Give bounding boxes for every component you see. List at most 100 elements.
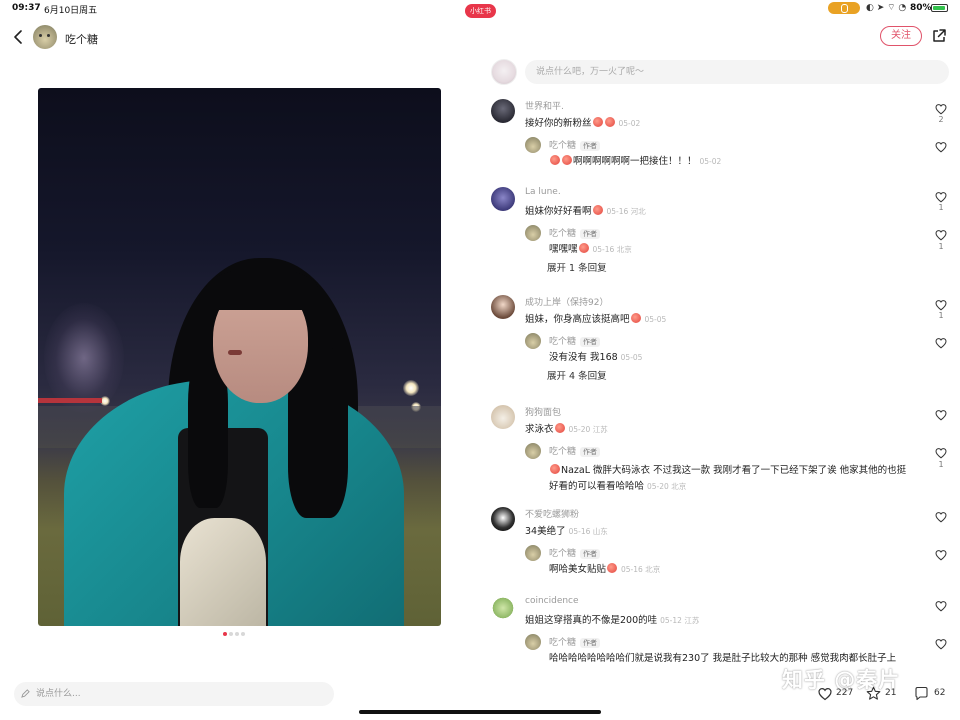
heart-icon[interactable] — [935, 296, 947, 311]
comment-meta: 05-16 河北 — [606, 207, 646, 216]
star-icon[interactable] — [866, 686, 881, 701]
heart-icon[interactable] — [935, 508, 947, 523]
like-count: 1 — [938, 311, 944, 320]
bottom-comment-input[interactable]: 说点什么... — [14, 682, 334, 706]
reply-author-name[interactable]: 吃个糖 作者 — [549, 444, 601, 457]
heart-icon[interactable] — [935, 100, 947, 115]
reply-author-name-text: 吃个糖 — [549, 229, 577, 239]
reply-author-name[interactable]: 吃个糖 作者 — [549, 635, 601, 648]
pager-dot[interactable] — [223, 632, 227, 636]
expand-replies-link[interactable]: 展开 4 条回复 — [547, 368, 607, 382]
comment-input[interactable]: 说点什么吧，万一火了呢～ — [525, 60, 949, 84]
share-icon[interactable] — [931, 28, 947, 44]
commenter-avatar[interactable] — [491, 99, 515, 123]
follow-button[interactable]: 关注 — [880, 26, 922, 46]
heart-icon[interactable] — [935, 138, 947, 153]
author-tag-badge: 作者 — [580, 548, 601, 559]
author-tag-badge: 作者 — [580, 637, 601, 648]
author-tag-badge: 作者 — [580, 336, 601, 347]
home-indicator[interactable] — [359, 710, 601, 714]
expand-replies-link[interactable]: 展开 1 条回复 — [547, 260, 607, 274]
comment-meta: 05-12 江苏 — [660, 616, 700, 625]
reply-text: 好看的可以看看哈哈哈 05-20 北京 — [549, 478, 686, 492]
reply-author-name[interactable]: 吃个糖 作者 — [549, 226, 601, 239]
comment-text-content: 姐姐这穿搭真的不像是200的哇 — [525, 615, 658, 626]
comment-text-content: 姐妹，你身高应该挺高吧 — [525, 314, 630, 325]
pager-dot[interactable] — [235, 632, 239, 636]
heart-icon[interactable] — [935, 635, 947, 650]
heart-icon[interactable] — [935, 334, 947, 349]
comment-count: 62 — [934, 688, 946, 698]
author-reply-avatar[interactable] — [525, 137, 541, 153]
reply-author-name[interactable]: 吃个糖 作者 — [549, 334, 601, 347]
heart-icon[interactable] — [935, 226, 947, 241]
reply-author-name[interactable]: 吃个糖 作者 — [549, 138, 601, 151]
comment-meta: 05-05 — [644, 315, 667, 324]
reply-author-name[interactable]: 吃个糖 作者 — [549, 546, 601, 559]
photo-pager — [223, 632, 247, 636]
like-count: 227 — [836, 688, 854, 698]
reply-text-content: 哈哈哈哈哈哈哈哈们就是说我有230了 我是肚子比较大的那种 感觉我肉都长肚子上 — [549, 653, 897, 664]
commenter-name[interactable]: 世界和平. — [525, 99, 564, 112]
commenter-name[interactable]: La lune. — [525, 187, 561, 197]
commenter-avatar[interactable] — [491, 295, 515, 319]
author-tag-badge: 作者 — [580, 228, 601, 239]
photo-shirt-print — [180, 518, 266, 626]
heart-icon[interactable] — [935, 597, 947, 612]
commenter-name[interactable]: coincidence — [525, 596, 579, 606]
author-avatar[interactable] — [33, 25, 57, 49]
emoji-icon — [578, 243, 589, 253]
reply-text-content: 啊啊啊啊啊啊一把接住！！！ — [573, 156, 697, 167]
comment-list[interactable]: 世界和平. 接好你的新粉丝 05-02 2 吃个糖 作者 啊啊啊啊啊啊一把接住！！！ 05-0… — [488, 94, 952, 668]
reply-text: NazaL 微胖大码泳衣 不过我这一款 我刚才看了一下已经下架了诶 他家其他的也… — [549, 462, 906, 476]
comment-meta: 05-16 山东 — [568, 527, 608, 536]
emoji-icon — [562, 155, 572, 165]
reply-text: 哈哈哈哈哈哈哈哈们就是说我有230了 我是肚子比较大的那种 感觉我肉都长肚子上 — [549, 650, 896, 664]
comment-meta: 05-16 北京 — [592, 245, 632, 254]
commenter-name[interactable]: 成功上岸（保持92） — [525, 295, 608, 308]
reply-author-name-text: 吃个糖 — [549, 141, 577, 151]
comment-text-content: 接好你的新粉丝 — [525, 118, 592, 129]
author-reply-avatar[interactable] — [525, 634, 541, 650]
comment-text: 接好你的新粉丝 05-02 — [525, 115, 640, 129]
photo-glow — [44, 303, 124, 413]
post-photo[interactable] — [38, 88, 441, 626]
commenter-name[interactable]: 狗狗面包 — [525, 405, 561, 418]
status-date: 6月10日周五 — [44, 6, 98, 16]
emoji-icon — [592, 117, 603, 127]
wifi-location-icons: ◐ ➤ ⌔ ◔ — [866, 3, 907, 13]
emoji-icon — [550, 464, 560, 474]
back-arrow-icon[interactable] — [12, 30, 24, 44]
author-name[interactable]: 吃个糖 — [65, 31, 98, 47]
reply-text-content: 好看的可以看看哈哈哈 — [549, 481, 645, 492]
like-count: 1 — [938, 460, 944, 469]
reply-author-name-text: 吃个糖 — [549, 549, 577, 559]
like-icon[interactable] — [818, 687, 832, 701]
like-count: 2 — [938, 115, 944, 124]
reply-text-content: 啊哈美女贴贴 — [549, 564, 607, 575]
comment-meta: 05-05 — [620, 353, 643, 362]
heart-icon[interactable] — [935, 188, 947, 203]
comment-icon[interactable] — [914, 686, 929, 701]
heart-icon[interactable] — [935, 444, 947, 459]
heart-icon[interactable] — [935, 406, 947, 421]
emoji-icon — [604, 117, 615, 127]
author-reply-avatar[interactable] — [525, 333, 541, 349]
reply-text-content: 嘿嘿嘿 — [549, 244, 578, 255]
commenter-avatar[interactable] — [491, 405, 515, 429]
comment-text: 姐妹，你身高应该挺高吧 05-05 — [525, 311, 666, 325]
author-reply-avatar[interactable] — [525, 225, 541, 241]
photo-light — [403, 380, 419, 396]
pager-dot[interactable] — [229, 632, 233, 636]
app-badge: 小红书 — [465, 4, 496, 18]
pager-dot[interactable] — [241, 632, 245, 636]
author-reply-avatar[interactable] — [525, 443, 541, 459]
reply-author-name-text: 吃个糖 — [549, 638, 577, 648]
heart-icon[interactable] — [935, 546, 947, 561]
commenter-name[interactable]: 不爱吃螺狮粉 — [525, 507, 579, 520]
commenter-avatar[interactable] — [491, 596, 515, 620]
status-time: 09:37 — [12, 3, 41, 13]
commenter-avatar[interactable] — [491, 507, 515, 531]
commenter-avatar[interactable] — [491, 187, 515, 211]
author-reply-avatar[interactable] — [525, 545, 541, 561]
